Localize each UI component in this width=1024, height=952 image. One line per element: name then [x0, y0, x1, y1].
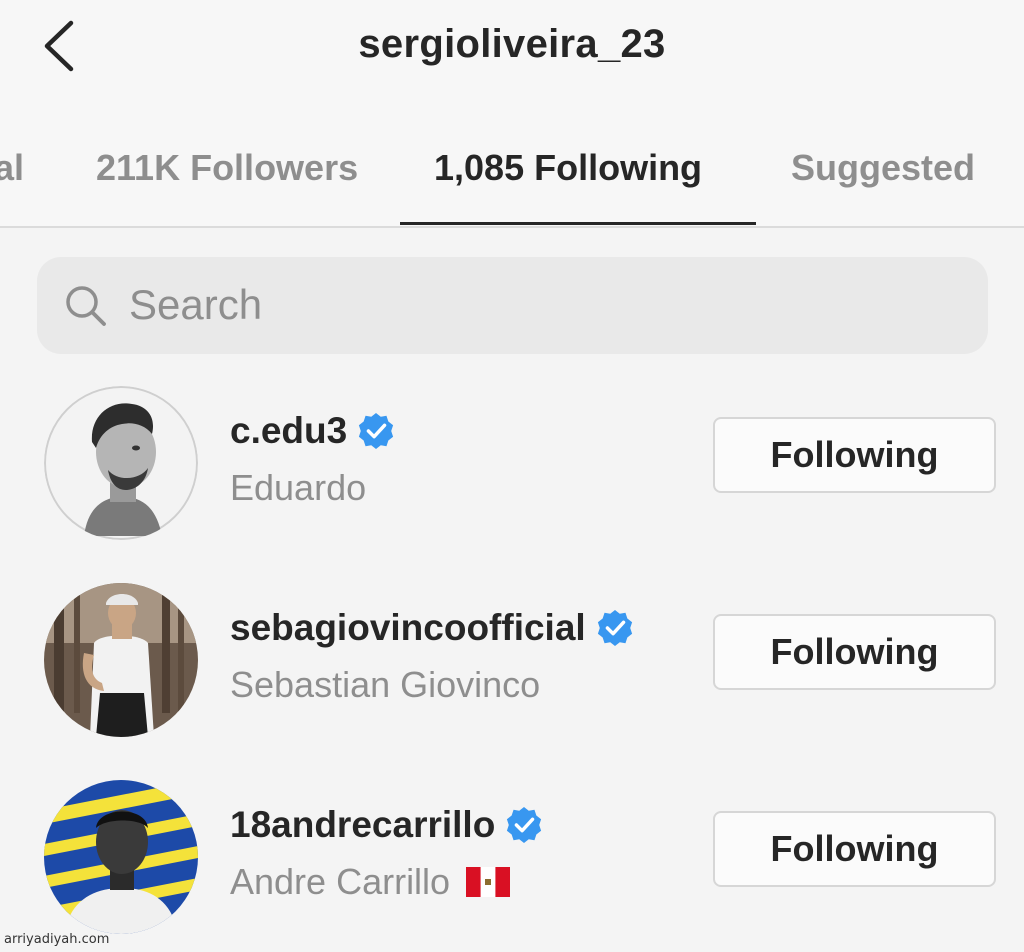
avatar[interactable] — [44, 583, 198, 737]
avatar[interactable] — [44, 780, 198, 934]
search-icon — [66, 286, 106, 326]
username-text: sebagiovincoofficial — [230, 607, 586, 648]
header-bar: sergioliveira_23 al 211K Followers 1,085… — [0, 0, 1024, 228]
search-bar[interactable] — [37, 257, 988, 354]
peru-flag-icon — [466, 867, 511, 897]
tab-followers[interactable]: 211K Followers — [96, 146, 358, 190]
username-text: 18andrecarrillo — [230, 804, 496, 845]
verified-badge-icon — [359, 412, 394, 450]
verified-badge-icon — [507, 806, 542, 844]
full-name-text: Eduardo — [230, 467, 367, 508]
full-name-text: Andre Carrillo — [230, 861, 451, 902]
following-button[interactable]: Following — [713, 811, 996, 887]
list-item: 18andrecarrillo Andre Carrillo Following — [0, 780, 1024, 950]
username-link[interactable]: 18andrecarrillo — [230, 802, 543, 848]
watermark: arriyadiyah.com — [4, 932, 110, 947]
tab-mutual[interactable]: al — [0, 146, 24, 190]
list-item: sebagiovincoofficial Sebastian Giovinco … — [0, 583, 1024, 753]
full-name: Andre Carrillo — [230, 860, 511, 904]
following-button[interactable]: Following — [713, 614, 996, 690]
full-name-text: Sebastian Giovinco — [230, 664, 541, 705]
full-name: Eduardo — [230, 466, 366, 510]
verified-badge-icon — [597, 609, 632, 647]
following-button[interactable]: Following — [713, 417, 996, 493]
tab-following[interactable]: 1,085 Following — [434, 146, 702, 190]
search-input[interactable] — [129, 275, 949, 335]
username-link[interactable]: c.edu3 — [230, 408, 395, 454]
list-item: c.edu3 Eduardo Following — [0, 386, 1024, 556]
active-tab-indicator — [400, 222, 756, 225]
page-title: sergioliveira_23 — [358, 22, 666, 66]
full-name: Sebastian Giovinco — [230, 663, 540, 707]
tab-suggested[interactable]: Suggested — [791, 146, 975, 190]
avatar[interactable] — [44, 386, 198, 540]
username-link[interactable]: sebagiovincoofficial — [230, 605, 634, 651]
username-text: c.edu3 — [230, 410, 348, 451]
